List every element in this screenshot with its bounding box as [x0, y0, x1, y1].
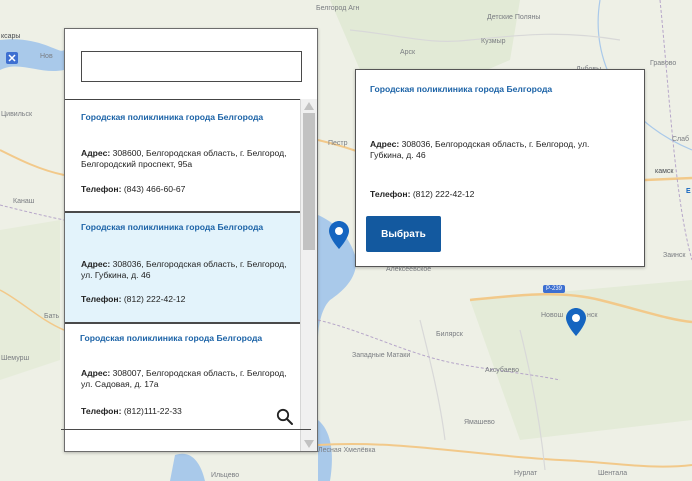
list-item[interactable]: Городская поликлиника города Белгорода А…	[65, 324, 301, 452]
map-label: Заинск	[663, 252, 686, 259]
clinic-address: Адрес: 308036, Белгородская область, г. …	[81, 259, 293, 281]
clinic-phone: Телефон: (843) 466-60-67	[81, 184, 185, 194]
map-label: Лесная Хмелёвка	[318, 447, 376, 454]
location-badge-icon	[6, 52, 18, 64]
popup-address: Адрес: 308036, Белгородская область, г. …	[370, 139, 620, 161]
address-label: Адрес:	[370, 139, 400, 149]
map-pin-icon[interactable]	[329, 221, 349, 249]
map-label: Гравово	[650, 60, 677, 67]
address-value: 308007, Белгородская область, г. Белгоро…	[81, 368, 287, 389]
map-label: Ильцево	[211, 472, 240, 479]
search-icon[interactable]	[276, 408, 294, 426]
address-label: Адрес:	[81, 148, 111, 158]
map-label: Шемурш	[1, 355, 30, 362]
map-label: Билярск	[436, 331, 463, 338]
clinic-popup: Городская поликлиника города Белгорода А…	[355, 69, 645, 267]
clinic-address: Адрес: 308600, Белгородская область, г. …	[81, 148, 293, 170]
phone-label: Телефон:	[370, 189, 411, 199]
phone-value: (812) 222-42-12	[121, 294, 186, 304]
phone-value: (812) 222-42-12	[410, 189, 475, 199]
map-pin-icon[interactable]	[566, 308, 586, 336]
map-label: Ямашево	[464, 419, 495, 426]
address-value: 308036, Белгородская область, г. Белгоро…	[81, 259, 287, 280]
map-label: нск	[587, 312, 598, 319]
map-label: Канаш	[13, 198, 35, 205]
map-label: Бать	[44, 313, 60, 320]
address-value: 308600, Белгородская область, г. Белгоро…	[81, 148, 287, 169]
map-label: Нов	[40, 53, 53, 60]
map-label: Кузмыр	[481, 38, 506, 45]
map-label: Арск	[400, 49, 416, 56]
divider	[61, 429, 311, 430]
map-label: ксары	[1, 33, 21, 40]
map-label: Аксубаево	[485, 367, 520, 374]
map-label: Нурлат	[514, 470, 538, 477]
phone-label: Телефон:	[81, 294, 122, 304]
scroll-up-arrow-icon[interactable]	[302, 99, 316, 113]
map-label: Новош	[541, 312, 564, 319]
clinic-phone: Телефон: (812)111-22-33	[81, 406, 182, 416]
scroll-down-arrow-icon[interactable]	[302, 437, 316, 451]
clinic-title: Городская поликлиника города Белгорода	[81, 112, 264, 122]
clinic-list-panel: Городская поликлиника города Белгорода А…	[61, 28, 318, 452]
clinic-phone: Телефон: (812) 222-42-12	[81, 294, 185, 304]
scrollbar[interactable]	[300, 99, 317, 451]
map-label: камск	[655, 168, 674, 175]
phone-value: (843) 466-60-67	[121, 184, 186, 194]
list-item[interactable]: Городская поликлиника города Белгорода А…	[65, 100, 301, 211]
search-input[interactable]	[81, 51, 302, 82]
address-label: Адрес:	[81, 259, 111, 269]
map-label: Пестр	[328, 140, 348, 147]
clinic-address: Адрес: 308007, Белгородская область, г. …	[81, 368, 293, 390]
phone-value: (812)111-22-33	[121, 406, 182, 416]
map-label: Белгород Агн	[316, 5, 360, 12]
address-label: Адрес:	[81, 368, 111, 378]
map-label: Детские Поляны	[487, 14, 541, 21]
scroll-thumb[interactable]	[303, 113, 315, 250]
popup-title: Городская поликлиника города Белгорода	[370, 84, 553, 94]
phone-label: Телефон:	[81, 184, 122, 194]
map-label: Е	[686, 188, 691, 195]
map-label: Алексеевское	[386, 266, 432, 273]
results-list: Городская поликлиника города Белгорода А…	[65, 99, 301, 452]
select-button[interactable]: Выбрать	[366, 216, 441, 252]
map-label: Цивильск	[1, 111, 33, 118]
map-label: Шентала	[598, 470, 628, 477]
map-label: Слаб	[672, 136, 690, 143]
address-value: 308036, Белгородская область, г. Белгоро…	[370, 139, 590, 160]
clinic-title: Городская поликлиника города Белгорода	[81, 222, 264, 232]
phone-label: Телефон:	[81, 406, 122, 416]
road-badge: P-239	[543, 285, 566, 293]
popup-phone: Телефон: (812) 222-42-12	[370, 189, 474, 199]
map-label: Западные Матаки	[352, 352, 411, 359]
clinic-title: Городская поликлиника города Белгорода	[80, 333, 263, 343]
list-item-selected[interactable]: Городская поликлиника города Белгорода А…	[65, 213, 301, 322]
